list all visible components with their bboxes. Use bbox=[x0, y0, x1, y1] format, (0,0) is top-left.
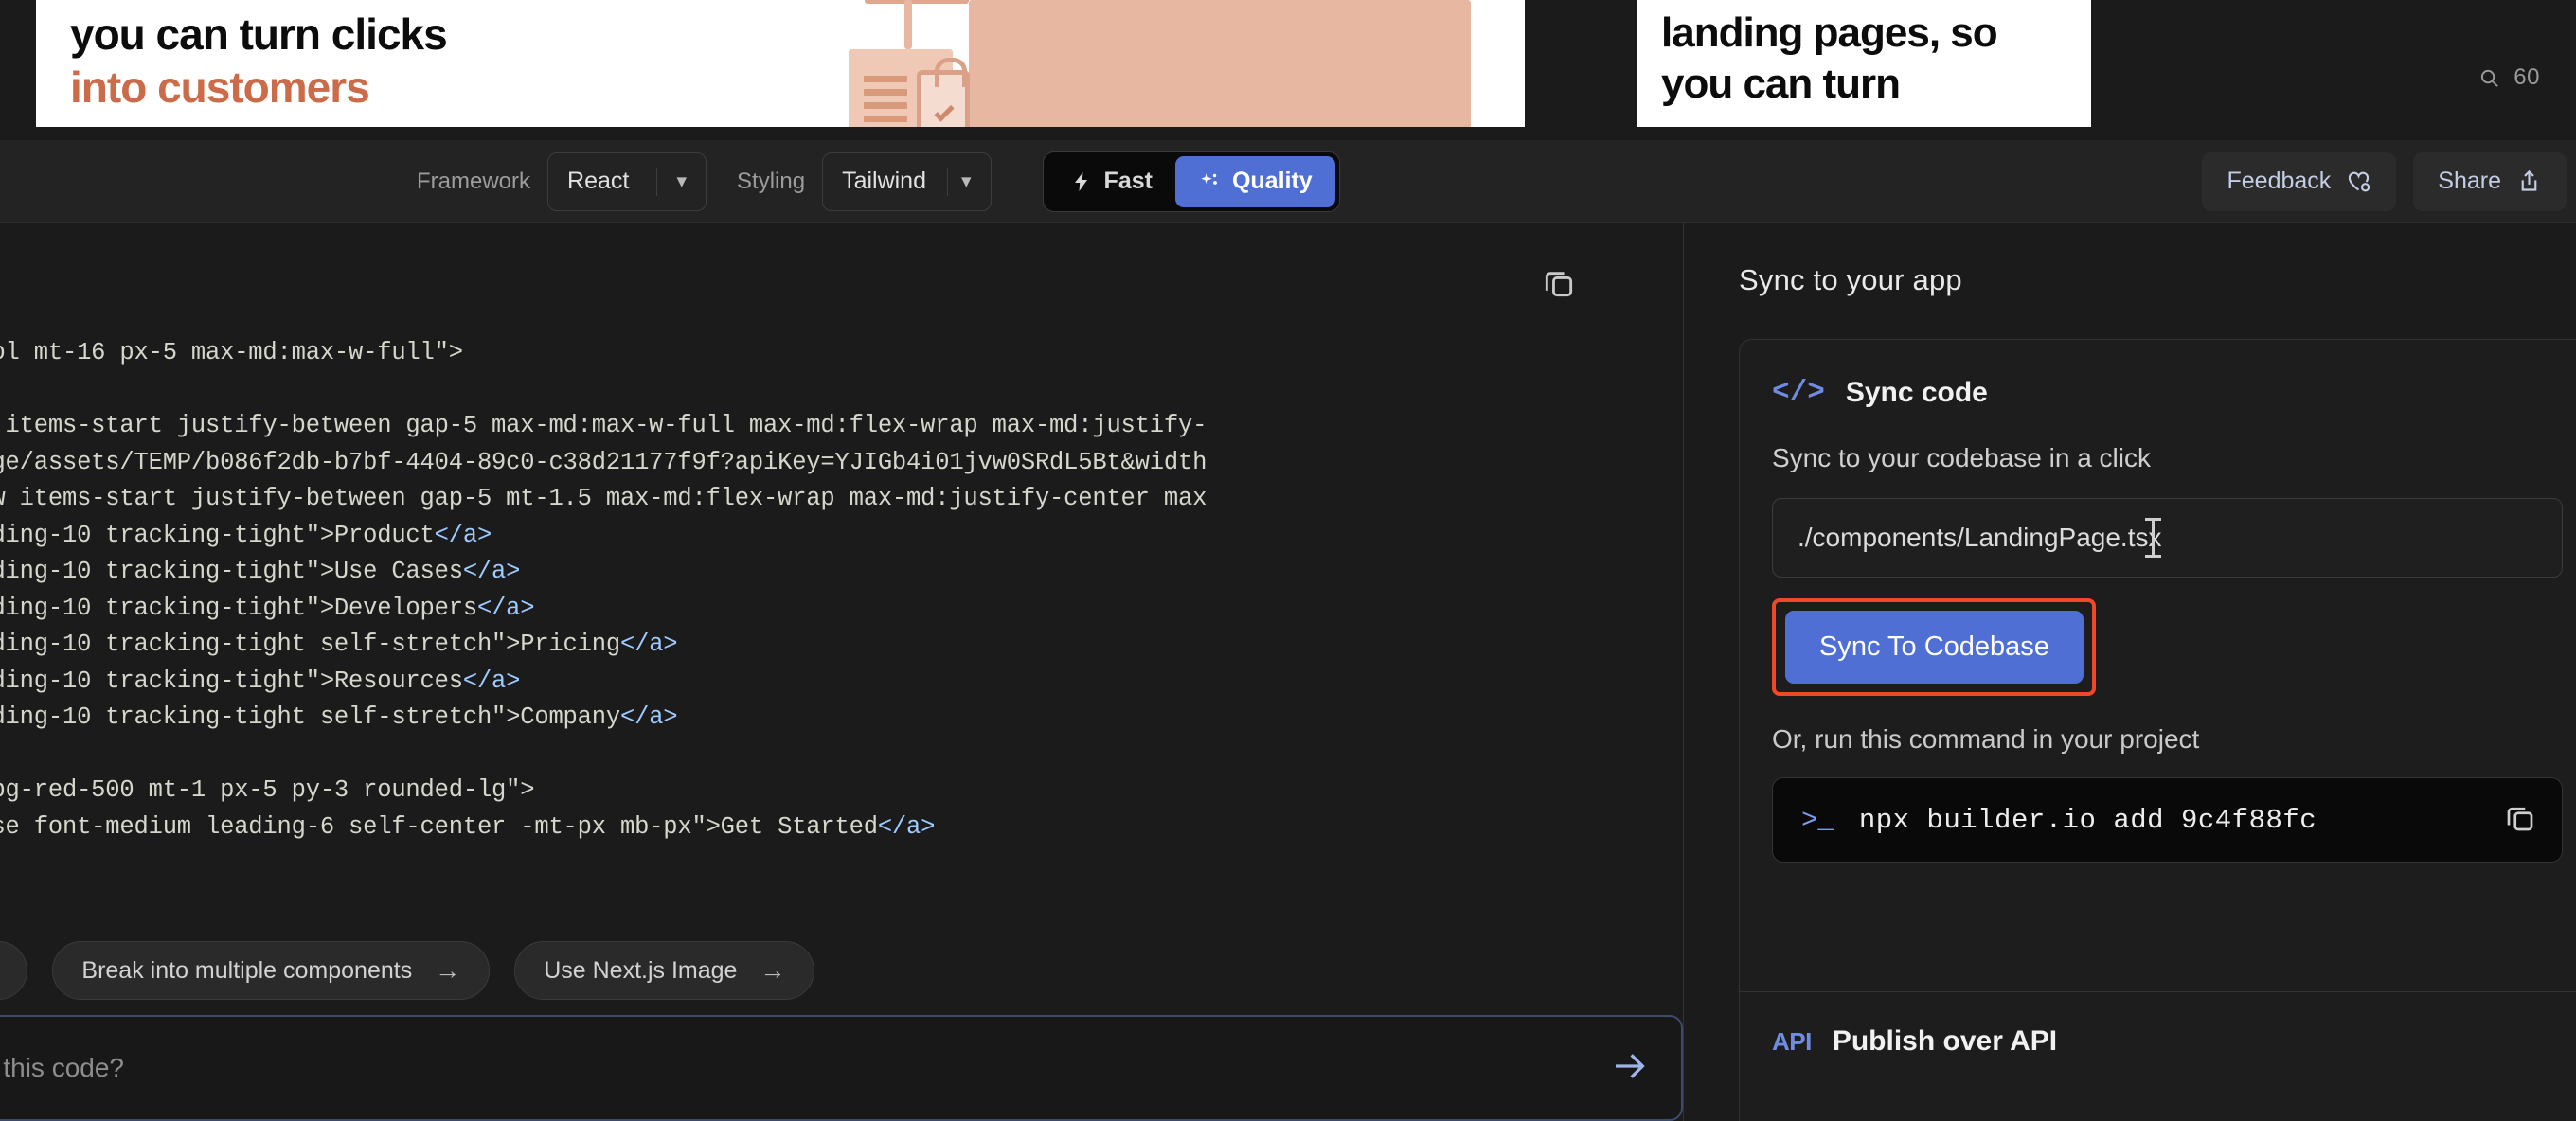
mode-quality-label: Quality bbox=[1232, 168, 1313, 195]
styling-select[interactable]: Tailwind ▾ bbox=[822, 152, 991, 211]
copy-icon bbox=[1541, 265, 1577, 301]
zoom-indicator[interactable]: 60 bbox=[2478, 64, 2540, 91]
code-content: ll max-w-[1275px] flex-col mt-16 px-5 ma… bbox=[0, 335, 1207, 845]
feedback-button[interactable]: Feedback bbox=[2202, 152, 2396, 211]
sync-pane: Sync to your app </> Sync code Sync to y… bbox=[1684, 223, 2576, 1121]
shopping-bag-icon bbox=[917, 70, 970, 127]
prompt-placeholder: e this code? bbox=[0, 1053, 124, 1083]
command-text: npx builder.io add 9c4f88fc bbox=[1859, 805, 2317, 836]
sparkles-icon bbox=[1198, 170, 1221, 193]
code-line: text-center text-xs leading-10 tracking-… bbox=[0, 554, 1207, 591]
preview-right-heading-line2: you can turn bbox=[1661, 61, 1900, 107]
sync-button-highlight: Sync To Codebase bbox=[1772, 598, 2096, 696]
suggestion-chip[interactable]: ps→ bbox=[0, 941, 27, 1000]
terminal-prompt-icon: >_ bbox=[1801, 805, 1834, 836]
publish-over-api-title: Publish over API bbox=[1833, 1025, 2057, 1058]
heart-star-icon bbox=[2346, 169, 2371, 194]
suggestion-chip-label: Use Next.js Image bbox=[544, 957, 737, 985]
sync-pane-title: Sync to your app bbox=[1739, 263, 1962, 297]
mode-fast-label: Fast bbox=[1104, 168, 1153, 195]
suggestion-chip[interactable]: Break into multiple components → bbox=[52, 941, 490, 1000]
command-box[interactable]: >_ npx builder.io add 9c4f88fc bbox=[1772, 777, 2563, 863]
sync-to-codebase-button[interactable]: Sync To Codebase bbox=[1785, 611, 2084, 684]
magnifier-icon bbox=[2478, 67, 2500, 89]
preview-strip: you can turn clicks into customers landi… bbox=[0, 0, 2576, 140]
illustration-panel-stem-top bbox=[865, 0, 969, 4]
code-line: text-center text-xs leading-10 tracking-… bbox=[0, 627, 1207, 664]
code-line: ll max-w-[1275px] flex-col mt-16 px-5 ma… bbox=[0, 335, 1207, 372]
app-root: you can turn clicks into customers landi… bbox=[0, 0, 2576, 1121]
code-line: -100 text-center text-base font-medium l… bbox=[0, 810, 1207, 846]
code-line: text-center text-xs leading-10 tracking-… bbox=[0, 591, 1207, 628]
share-label: Share bbox=[2438, 168, 2501, 195]
mode-fast-button[interactable]: Fast bbox=[1047, 156, 1175, 207]
illustration-lines bbox=[864, 76, 907, 127]
preview-left-heading: you can turn clicks into customers bbox=[70, 8, 447, 114]
preview-card-left[interactable]: you can turn clicks into customers bbox=[36, 0, 1525, 127]
framework-select[interactable]: React ▾ bbox=[547, 152, 707, 211]
copy-code-button[interactable] bbox=[1541, 265, 1577, 306]
mode-quality-button[interactable]: Quality bbox=[1175, 156, 1335, 207]
arrow-right-icon bbox=[1611, 1047, 1649, 1085]
code-line: text-center text-xs leading-10 tracking-… bbox=[0, 664, 1207, 701]
preview-right-heading: landing pages, so you can turn bbox=[1661, 8, 1997, 109]
code-line: text-center text-xs leading-10 tracking-… bbox=[0, 518, 1207, 555]
chevron-down-icon: ▾ bbox=[961, 169, 991, 193]
code-viewport[interactable]: ll max-w-[1275px] flex-col mt-16 px-5 ma… bbox=[0, 335, 1683, 949]
share-button[interactable]: Share bbox=[2413, 152, 2567, 211]
framework-label: Framework bbox=[417, 169, 530, 195]
suggestion-chip-label: Break into multiple components bbox=[81, 957, 412, 985]
code-line: text-center text-xs leading-10 tracking-… bbox=[0, 700, 1207, 737]
code-line: ems-start flex flex-col bg-red-500 mt-1 … bbox=[0, 773, 1207, 810]
zoom-level-value: 60 bbox=[2513, 64, 2540, 91]
share-upload-icon bbox=[2516, 169, 2542, 194]
code-line bbox=[0, 372, 1207, 409]
code-line: max-w-[1251px] flex-row items-start just… bbox=[0, 408, 1207, 445]
main-split: ll max-w-[1275px] flex-col mt-16 px-5 ma… bbox=[0, 223, 2576, 1121]
feedback-label: Feedback bbox=[2227, 168, 2331, 195]
suggestion-chips: ps→Break into multiple components→Use Ne… bbox=[0, 941, 1683, 1000]
component-path-value: ./components/LandingPage.tsx bbox=[1798, 523, 2161, 553]
api-badge: API bbox=[1772, 1027, 1812, 1057]
code-brackets-icon: </> bbox=[1772, 376, 1825, 409]
sync-code-card: </> Sync code Sync to your codebase in a… bbox=[1739, 339, 2576, 1121]
preview-right-heading-line1: landing pages, so bbox=[1661, 9, 1997, 56]
preview-card-right[interactable]: landing pages, so you can turn bbox=[1637, 0, 2091, 127]
select-divider bbox=[947, 168, 948, 196]
toolbar-controls: Framework React ▾ Styling Tailwind ▾ Fas… bbox=[417, 151, 1340, 212]
preview-left-heading-line1: you can turn clicks bbox=[70, 9, 447, 59]
mode-toggle-group: Fast Quality bbox=[1043, 151, 1340, 212]
sync-code-card-title: Sync code bbox=[1846, 377, 1988, 409]
toolbar: Framework React ▾ Styling Tailwind ▾ Fas… bbox=[0, 140, 2576, 223]
prompt-input-wrapper[interactable]: e this code? bbox=[0, 1015, 1683, 1121]
copy-icon bbox=[2503, 801, 2537, 835]
publish-over-api-row[interactable]: API Publish over API bbox=[1772, 1025, 2057, 1058]
illustration-panel-stem bbox=[904, 0, 912, 49]
styling-label: Styling bbox=[737, 169, 805, 195]
command-label: Or, run this command in your project bbox=[1772, 724, 2563, 755]
preview-left-heading-line2: into customers bbox=[70, 62, 369, 112]
code-pane: ll max-w-[1275px] flex-col mt-16 px-5 ma… bbox=[0, 223, 1683, 1121]
framework-value: React bbox=[567, 168, 629, 195]
illustration-panel-top bbox=[969, 0, 1471, 127]
suggestion-chip[interactable]: Use Next.js Image → bbox=[514, 941, 814, 1000]
send-prompt-button[interactable] bbox=[1611, 1047, 1649, 1090]
select-divider bbox=[656, 168, 657, 196]
card-separator bbox=[1740, 991, 2576, 992]
sync-code-card-subtitle: Sync to your codebase in a click bbox=[1772, 443, 2563, 473]
chevron-down-icon: ▾ bbox=[676, 169, 706, 193]
code-line: 91px] max-w-full flex-row items-start ju… bbox=[0, 481, 1207, 518]
arrow-right-icon: → bbox=[435, 956, 460, 986]
text-cursor-icon bbox=[2152, 518, 2155, 558]
sync-code-card-header: </> Sync code bbox=[1772, 376, 2563, 409]
check-icon bbox=[934, 101, 954, 121]
copy-command-button[interactable] bbox=[2503, 801, 2537, 840]
styling-value: Tailwind bbox=[842, 168, 926, 195]
toolbar-right-actions: Feedback Share bbox=[2202, 152, 2576, 211]
lightning-bolt-icon bbox=[1070, 170, 1093, 193]
component-path-input[interactable]: ./components/LandingPage.tsx bbox=[1772, 498, 2563, 578]
code-line: dn.builder.io/api/v1/image/assets/TEMP/b… bbox=[0, 445, 1207, 482]
arrow-right-icon: → bbox=[760, 956, 785, 986]
code-line bbox=[0, 737, 1207, 774]
